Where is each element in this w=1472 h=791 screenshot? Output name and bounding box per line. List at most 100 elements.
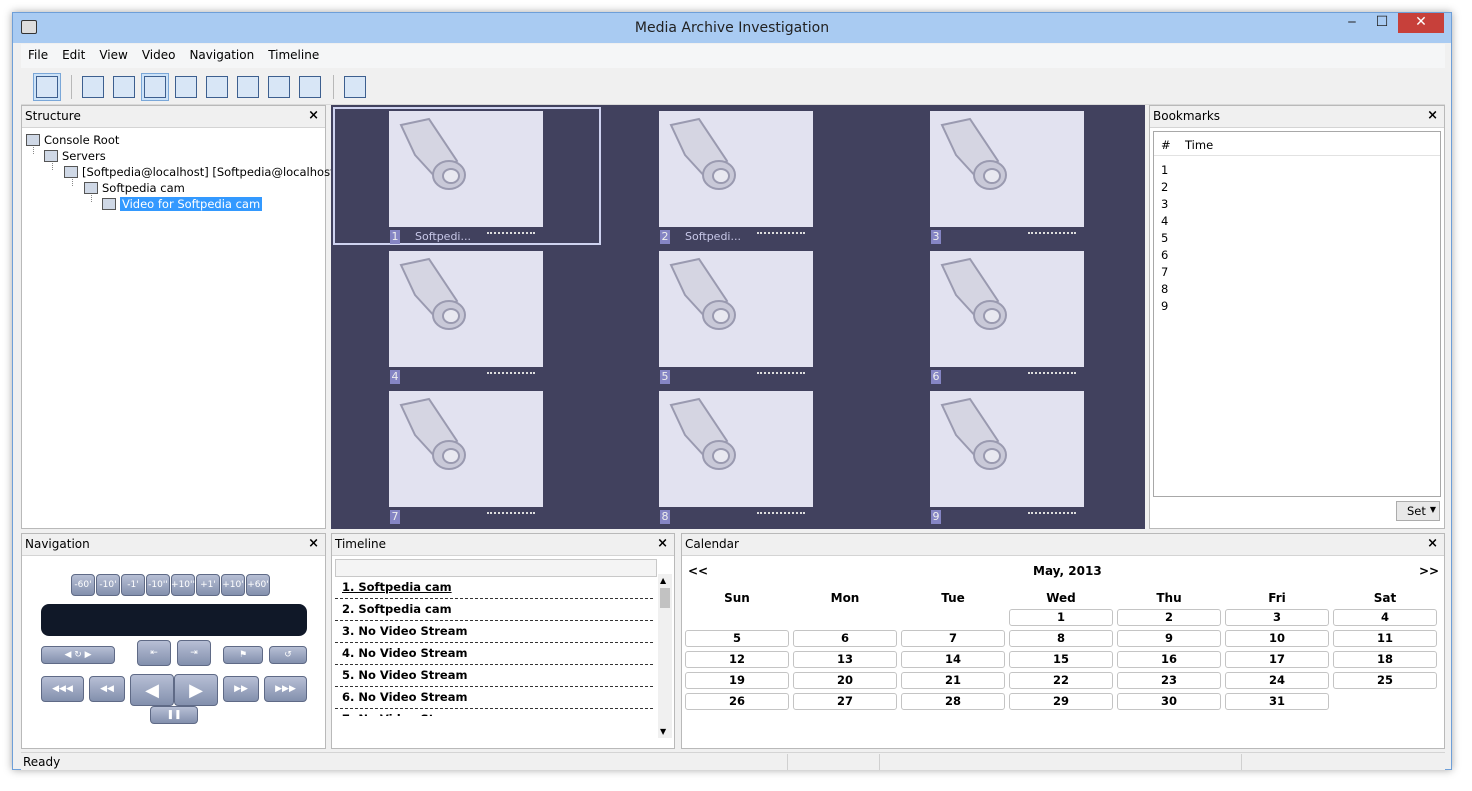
- close-icon[interactable]: ×: [308, 108, 319, 123]
- timeline-row[interactable]: 5. No Video Stream: [335, 665, 653, 687]
- set-bookmark-button[interactable]: Set ▼: [1396, 501, 1440, 521]
- cell-status-icons[interactable]: [487, 372, 535, 382]
- calendar-day[interactable]: 28: [901, 693, 1005, 710]
- cell-status-icons[interactable]: [757, 232, 805, 242]
- video-cell[interactable]: 1 Softpedi...: [389, 111, 543, 245]
- bookmark-row[interactable]: 1: [1161, 163, 1168, 177]
- column-header-number[interactable]: #: [1161, 138, 1171, 152]
- menu-view[interactable]: View: [92, 44, 134, 66]
- layout-2x2-button[interactable]: [110, 73, 138, 101]
- calendar-day[interactable]: 19: [685, 672, 789, 689]
- calendar-day[interactable]: 30: [1117, 693, 1221, 710]
- minimize-button[interactable]: ‒: [1339, 13, 1365, 33]
- timeline-row[interactable]: 1. Softpedia cam: [335, 577, 653, 599]
- column-header-time[interactable]: Time: [1185, 138, 1213, 152]
- jump-button[interactable]: +60': [246, 574, 270, 596]
- bookmark-row[interactable]: 2: [1161, 180, 1168, 194]
- calendar-day[interactable]: 29: [1009, 693, 1113, 710]
- scroll-thumb[interactable]: [660, 588, 670, 608]
- timeline-row[interactable]: 3. No Video Stream: [335, 621, 653, 643]
- step-back-button[interactable]: ⇤: [137, 640, 171, 666]
- tree-node-servers[interactable]: Servers: [44, 148, 106, 164]
- calendar-prev-button[interactable]: <<: [688, 564, 708, 578]
- video-cell[interactable]: 6: [930, 251, 1084, 385]
- fast-rewind-button[interactable]: ◀◀◀: [41, 676, 84, 702]
- rewind-button[interactable]: ◀◀: [89, 676, 125, 702]
- close-button[interactable]: ✕: [1398, 13, 1444, 33]
- video-cell[interactable]: 8: [659, 391, 813, 525]
- menu-edit[interactable]: Edit: [55, 44, 92, 66]
- close-icon[interactable]: ×: [308, 536, 319, 551]
- timeline-row[interactable]: 4. No Video Stream: [335, 643, 653, 665]
- play-backward-button[interactable]: ◀: [130, 674, 174, 706]
- cell-status-icons[interactable]: [757, 372, 805, 382]
- calendar-day[interactable]: 6: [793, 630, 897, 647]
- layout-1plus5-button[interactable]: [203, 73, 231, 101]
- play-forward-button[interactable]: ▶: [174, 674, 218, 706]
- video-cell[interactable]: 5: [659, 251, 813, 385]
- calendar-day[interactable]: 23: [1117, 672, 1221, 689]
- calendar-day[interactable]: 12: [685, 651, 789, 668]
- menu-navigation[interactable]: Navigation: [182, 44, 261, 66]
- forward-button[interactable]: ▶▶: [223, 676, 259, 702]
- calendar-day[interactable]: 5: [685, 630, 789, 647]
- calendar-day[interactable]: 1: [1009, 609, 1113, 626]
- video-cell[interactable]: 2 Softpedi...: [659, 111, 813, 245]
- cell-status-icons[interactable]: [487, 232, 535, 242]
- jump-button[interactable]: -10': [96, 574, 120, 596]
- video-cell[interactable]: 7: [389, 391, 543, 525]
- calendar-day[interactable]: 10: [1225, 630, 1329, 647]
- layout-custom-button[interactable]: [296, 73, 324, 101]
- fast-forward-button[interactable]: ▶▶▶: [264, 676, 307, 702]
- calendar-day[interactable]: 8: [1009, 630, 1113, 647]
- calendar-day[interactable]: 22: [1009, 672, 1113, 689]
- dropdown-arrow-icon[interactable]: ▼: [1430, 505, 1436, 514]
- layout-1plus7-button[interactable]: [234, 73, 262, 101]
- jump-button[interactable]: -1': [121, 574, 145, 596]
- layout-1plus12-button[interactable]: [265, 73, 293, 101]
- calendar-day[interactable]: 11: [1333, 630, 1437, 647]
- marker-button[interactable]: ⚑: [223, 646, 263, 664]
- bookmark-row[interactable]: 4: [1161, 214, 1168, 228]
- tree-node-server[interactable]: [Softpedia@localhost] [Softpedia@localho…: [64, 164, 339, 180]
- video-cell[interactable]: 4: [389, 251, 543, 385]
- video-cell[interactable]: 9: [930, 391, 1084, 525]
- cell-status-icons[interactable]: [487, 512, 535, 522]
- calendar-day[interactable]: 15: [1009, 651, 1113, 668]
- frame-controls-group[interactable]: ◀ ↻ ▶: [41, 646, 115, 664]
- cell-status-icons[interactable]: [1028, 372, 1076, 382]
- timeline-row[interactable]: 7. No Video Stream: [335, 709, 653, 716]
- title-bar[interactable]: Media Archive Investigation ‒ ☐ ✕: [13, 13, 1451, 43]
- calendar-day[interactable]: 13: [793, 651, 897, 668]
- calendar-day[interactable]: 14: [901, 651, 1005, 668]
- scroll-down-icon[interactable]: ▼: [660, 727, 666, 736]
- calendar-day[interactable]: 20: [793, 672, 897, 689]
- layout-4x4-button[interactable]: [172, 73, 200, 101]
- calendar-day[interactable]: 3: [1225, 609, 1329, 626]
- calendar-day[interactable]: 2: [1117, 609, 1221, 626]
- bookmark-row[interactable]: 6: [1161, 248, 1168, 262]
- calendar-day[interactable]: 25: [1333, 672, 1437, 689]
- calendar-day[interactable]: 4: [1333, 609, 1437, 626]
- jump-button[interactable]: +10'': [171, 574, 195, 596]
- menu-video[interactable]: Video: [135, 44, 183, 66]
- cell-status-icons[interactable]: [1028, 232, 1076, 242]
- cell-status-icons[interactable]: [757, 512, 805, 522]
- bookmark-row[interactable]: 5: [1161, 231, 1168, 245]
- layout-1x1-button[interactable]: [79, 73, 107, 101]
- timeline-row[interactable]: 2. Softpedia cam: [335, 599, 653, 621]
- window-mode-button[interactable]: [341, 73, 369, 101]
- timeline-scrollbar[interactable]: ▲ ▼: [658, 574, 672, 738]
- bookmarks-list[interactable]: # Time 1 2 3 4 5 6 7 8 9: [1153, 131, 1441, 497]
- pause-button[interactable]: ❚❚: [150, 706, 198, 724]
- jump-button[interactable]: -60': [71, 574, 95, 596]
- maximize-button[interactable]: ☐: [1369, 13, 1395, 33]
- step-forward-button[interactable]: ⇥: [177, 640, 211, 666]
- loop-button[interactable]: ↺: [269, 646, 307, 664]
- close-icon[interactable]: ×: [1427, 536, 1438, 551]
- calendar-day[interactable]: 7: [901, 630, 1005, 647]
- calendar-day[interactable]: 31: [1225, 693, 1329, 710]
- calendar-day[interactable]: 27: [793, 693, 897, 710]
- menu-file[interactable]: File: [21, 44, 55, 66]
- calendar-day[interactable]: 21: [901, 672, 1005, 689]
